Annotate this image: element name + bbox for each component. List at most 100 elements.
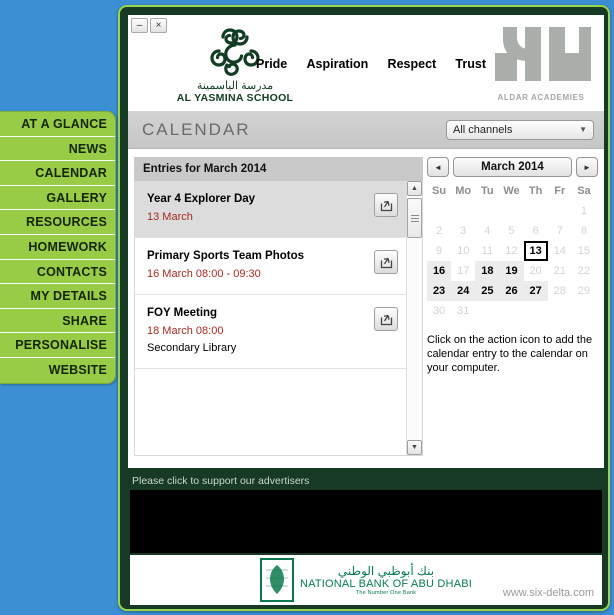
calendar-grid: Su Mo Tu We Th Fr Sa 1 2 3 4 5 6 7 8 9 10 11 12 13 14 15 16 17… (427, 181, 596, 321)
calendar-navigation: ◄ March 2014 ► (427, 157, 598, 177)
calendar-day-10[interactable]: 10 (451, 241, 475, 261)
scroll-down-arrow-icon[interactable]: ▼ (407, 440, 422, 455)
school-banner: – × مدرسة الياسمينة AL YASMINA SCHOOL Pr… (128, 15, 604, 111)
bank-tagline: The Number One Bank (355, 590, 417, 596)
share-export-icon (380, 314, 392, 325)
channel-filter-value: All channels (453, 123, 513, 136)
calendar-day-25[interactable]: 25 (475, 281, 500, 301)
advertisement-area: Please click to support our advertisers … (128, 473, 604, 605)
calendar-day-12[interactable]: 12 (499, 241, 523, 261)
calendar-day-empty (475, 201, 499, 221)
calendar-day-3[interactable]: 3 (451, 221, 475, 241)
weekday-header-sa: Sa (577, 185, 591, 197)
sidebar-item-share[interactable]: SHARE (0, 309, 115, 334)
calendar-day-9[interactable]: 9 (427, 241, 451, 261)
calendar-week-row: 30 31 (427, 301, 596, 321)
school-name-arabic: مدرسة الياسمينة (196, 80, 274, 92)
calendar-day-13[interactable]: 13 (523, 241, 548, 261)
weekday-header-su: Su (432, 185, 447, 197)
sidebar-item-news[interactable]: NEWS (0, 137, 115, 162)
calendar-day-27[interactable]: 27 (523, 281, 548, 301)
calendar-entry[interactable]: Primary Sports Team Photos 16 March 08:00… (135, 238, 406, 295)
entries-pane: Entries for March 2014 Year 4 Explorer D… (128, 149, 423, 468)
close-button[interactable]: × (150, 18, 167, 33)
calendar-day-14[interactable]: 14 (548, 241, 572, 261)
sidebar-item-website[interactable]: WEBSITE (0, 358, 115, 383)
scroll-up-arrow-icon[interactable]: ▲ (407, 181, 422, 196)
next-month-button[interactable]: ► (576, 157, 598, 177)
entry-export-button[interactable] (374, 250, 398, 274)
school-value-aspiration: Aspiration (306, 57, 369, 71)
calendar-day-26[interactable]: 26 (499, 281, 524, 301)
calendar-hint-text: Click on the action icon to add the cale… (427, 334, 593, 374)
weekday-header-mo: Mo (455, 185, 472, 197)
sidebar-item-personalise[interactable]: PERSONALISE (0, 333, 115, 358)
calendar-day-4[interactable]: 4 (475, 221, 499, 241)
calendar-day-1[interactable]: 1 (572, 201, 596, 221)
advertisement-bank-banner[interactable]: بنك أبوظبي الوطني NATIONAL BANK OF ABU D… (130, 555, 602, 605)
sidebar-item-calendar[interactable]: CALENDAR (0, 161, 115, 186)
sidebar-navigation: AT A GLANCE NEWS CALENDAR GALLERY RESOURCES H… (0, 111, 116, 384)
sidebar-item-contacts[interactable]: CONTACTS (0, 260, 115, 285)
calendar-day-28[interactable]: 28 (548, 281, 572, 301)
calendar-day-20[interactable]: 20 (524, 261, 548, 281)
sidebar-item-resources[interactable]: RESOURCES (0, 210, 115, 235)
calendar-week-row: 9 10 11 12 13 14 15 (427, 241, 596, 261)
minimize-button[interactable]: – (131, 18, 148, 33)
sidebar-item-my-details[interactable]: MY DETAILS (0, 284, 115, 309)
calendar-day-24[interactable]: 24 (451, 281, 476, 301)
advertisement-banner-slot[interactable] (130, 490, 602, 553)
entry-export-button[interactable] (374, 193, 398, 217)
weekday-header-tu: Tu (481, 185, 494, 197)
sidebar-item-at-a-glance[interactable]: AT A GLANCE (0, 112, 115, 137)
share-export-icon (380, 200, 392, 211)
calendar-day-18[interactable]: 18 (475, 261, 500, 281)
calendar-day-8[interactable]: 8 (572, 221, 596, 241)
calendar-day-29[interactable]: 29 (572, 281, 596, 301)
entry-date: 18 March 08:00 (147, 325, 224, 337)
scrollbar-thumb[interactable] (407, 198, 422, 238)
entries-header: Entries for March 2014 (134, 157, 423, 181)
calendar-day-30[interactable]: 30 (427, 301, 451, 321)
entry-export-button[interactable] (374, 307, 398, 331)
calendar-day-11[interactable]: 11 (475, 241, 499, 261)
window-controls: – × (131, 18, 167, 33)
channel-filter-select[interactable]: All channels ▼ (446, 119, 594, 140)
calendar-day-15[interactable]: 15 (572, 241, 596, 261)
calendar-day-empty (475, 301, 499, 321)
bank-name-arabic: بنك أبوظبي الوطني (337, 564, 435, 578)
calendar-day-19[interactable]: 19 (499, 261, 524, 281)
calendar-day-empty (548, 201, 572, 221)
entry-title: Primary Sports Team Photos (147, 250, 304, 262)
calendar-day-empty (548, 301, 572, 321)
calendar-day-21[interactable]: 21 (548, 261, 572, 281)
calendar-day-7[interactable]: 7 (548, 221, 572, 241)
calendar-entry[interactable]: Year 4 Explorer Day 13 March (135, 181, 406, 238)
entry-location: Secondary Library (147, 342, 237, 354)
calendar-day-17[interactable]: 17 (451, 261, 475, 281)
calendar-month-label[interactable]: March 2014 (453, 157, 572, 177)
previous-month-button[interactable]: ◄ (427, 157, 449, 177)
calendar-week-row: 2345678 (427, 221, 596, 241)
weekday-header-th: Th (528, 185, 543, 197)
content-panel: CALENDAR All channels ▼ Entries for Marc… (128, 111, 604, 468)
weekday-header-we: We (503, 185, 520, 197)
calendar-day-6[interactable]: 6 (524, 221, 548, 241)
entry-date: 16 March 08:00 - 09:30 (147, 268, 261, 280)
calendar-day-23[interactable]: 23 (427, 281, 452, 301)
calendar-body: 1 2 3 4 5 6 7 8 9 10 11 12 13 14 15 16 17 18 19 20 21 22 23 24 2… (427, 201, 596, 321)
calendar-day-22[interactable]: 22 (572, 261, 596, 281)
entry-date: 13 March (147, 211, 193, 223)
calendar-day-31[interactable]: 31 (451, 301, 475, 321)
site-url-watermark: www.six-delta.com (502, 587, 594, 599)
calendar-day-2[interactable]: 2 (427, 221, 451, 241)
calendar-day-empty (499, 201, 523, 221)
nbad-text: بنك أبوظبي الوطني NATIONAL BANK OF ABU D… (300, 564, 472, 596)
sidebar-item-gallery[interactable]: GALLERY (0, 186, 115, 211)
calendar-day-16[interactable]: 16 (427, 261, 452, 281)
sidebar-item-homework[interactable]: HOMEWORK (0, 235, 115, 260)
entries-scrollbar[interactable]: ▲ ▼ (406, 181, 422, 455)
calendar-entry[interactable]: FOY Meeting 18 March 08:00 Secondary Libra… (135, 295, 406, 369)
calendar-day-5[interactable]: 5 (499, 221, 523, 241)
entries-list: Year 4 Explorer Day 13 March Primary Sport… (135, 181, 406, 369)
